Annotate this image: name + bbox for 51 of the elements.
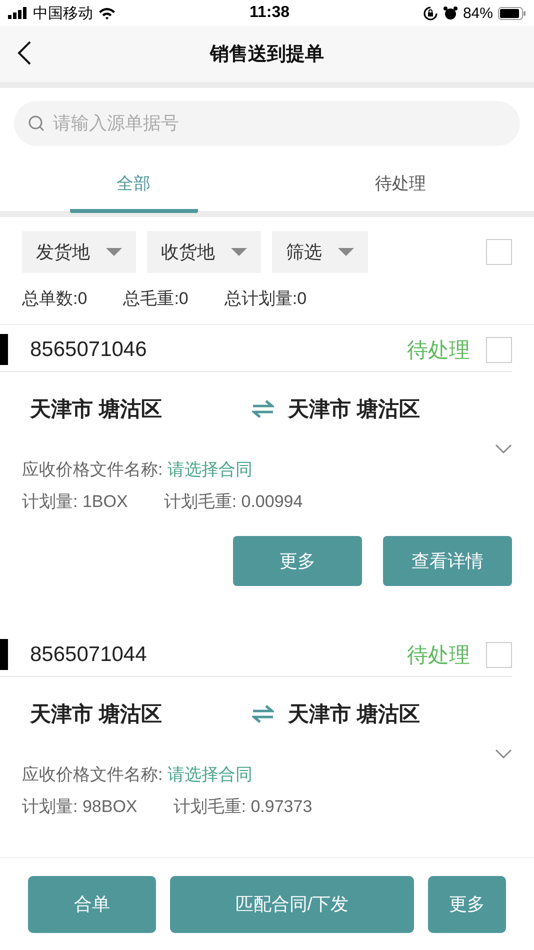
contract-line: 应收价格文件名称: 请选择合同 xyxy=(22,764,254,786)
signal-icon xyxy=(8,7,28,19)
origin-place: 天津市 塘沽区 xyxy=(30,702,163,728)
plan-weight: 计划毛重: 0.97373 xyxy=(173,796,312,818)
swap-arrows-icon xyxy=(252,399,274,419)
plan-quantity: 计划量: 98BOX xyxy=(22,796,138,818)
wifi-icon xyxy=(98,6,116,20)
filter-dropdown[interactable]: 发货地 xyxy=(22,231,136,273)
page-title: 销售送到提单 xyxy=(210,43,324,67)
battery-icon xyxy=(498,6,526,20)
bottom-action-button[interactable]: 匹配合同/下发 xyxy=(170,876,414,932)
swap-arrows-icon xyxy=(252,704,274,724)
battery-percent: 84% xyxy=(462,4,493,22)
order-status: 待处理 xyxy=(407,338,470,364)
alarm-icon xyxy=(442,6,458,20)
carrier-name: 中国移动 xyxy=(33,4,93,22)
checkbox[interactable] xyxy=(486,239,512,265)
order-status: 待处理 xyxy=(407,643,470,669)
plan-weight: 计划毛重: 0.00994 xyxy=(164,491,303,513)
contract-line: 应收价格文件名称: 请选择合同 xyxy=(22,459,254,481)
summary-stat: 总计划量:0 xyxy=(224,288,307,310)
action-button[interactable]: 查看详情 xyxy=(383,536,512,586)
bottom-action-button[interactable]: 更多 xyxy=(428,876,506,932)
rotation-lock-icon xyxy=(422,6,438,20)
order-number: 8565071046 xyxy=(30,338,148,362)
filter-dropdown[interactable]: 筛选 xyxy=(272,231,368,273)
row-marker xyxy=(0,639,8,670)
dropdown-arrow-icon xyxy=(106,248,122,256)
back-icon[interactable] xyxy=(16,40,32,66)
dropdown-arrow-icon xyxy=(231,248,247,256)
row-marker xyxy=(0,334,8,365)
filter-dropdown[interactable]: 收货地 xyxy=(147,231,261,273)
chevron-down-icon[interactable] xyxy=(495,444,512,454)
order-number: 8565071044 xyxy=(30,643,148,667)
search-field[interactable]: 请输入源单据号 xyxy=(14,101,520,146)
clock-time: 11:38 xyxy=(248,4,290,22)
action-button[interactable]: 更多 xyxy=(233,536,362,586)
tab[interactable]: 全部 xyxy=(70,172,198,213)
checkbox[interactable] xyxy=(486,642,512,668)
chevron-down-icon[interactable] xyxy=(495,749,512,759)
search-icon xyxy=(28,115,45,132)
tab[interactable]: 待处理 xyxy=(336,172,464,213)
origin-place: 天津市 塘沽区 xyxy=(30,396,163,423)
plan-quantity: 计划量: 1BOX xyxy=(22,491,128,513)
summary-stat: 总单数:0 xyxy=(22,288,88,310)
summary-stat: 总毛重:0 xyxy=(123,288,188,310)
checkbox[interactable] xyxy=(486,337,512,363)
bottom-action-button[interactable]: 合单 xyxy=(28,876,156,932)
destination-place: 天津市 塘沽区 xyxy=(288,702,421,728)
destination-place: 天津市 塘沽区 xyxy=(288,396,421,423)
dropdown-arrow-icon xyxy=(338,248,354,256)
